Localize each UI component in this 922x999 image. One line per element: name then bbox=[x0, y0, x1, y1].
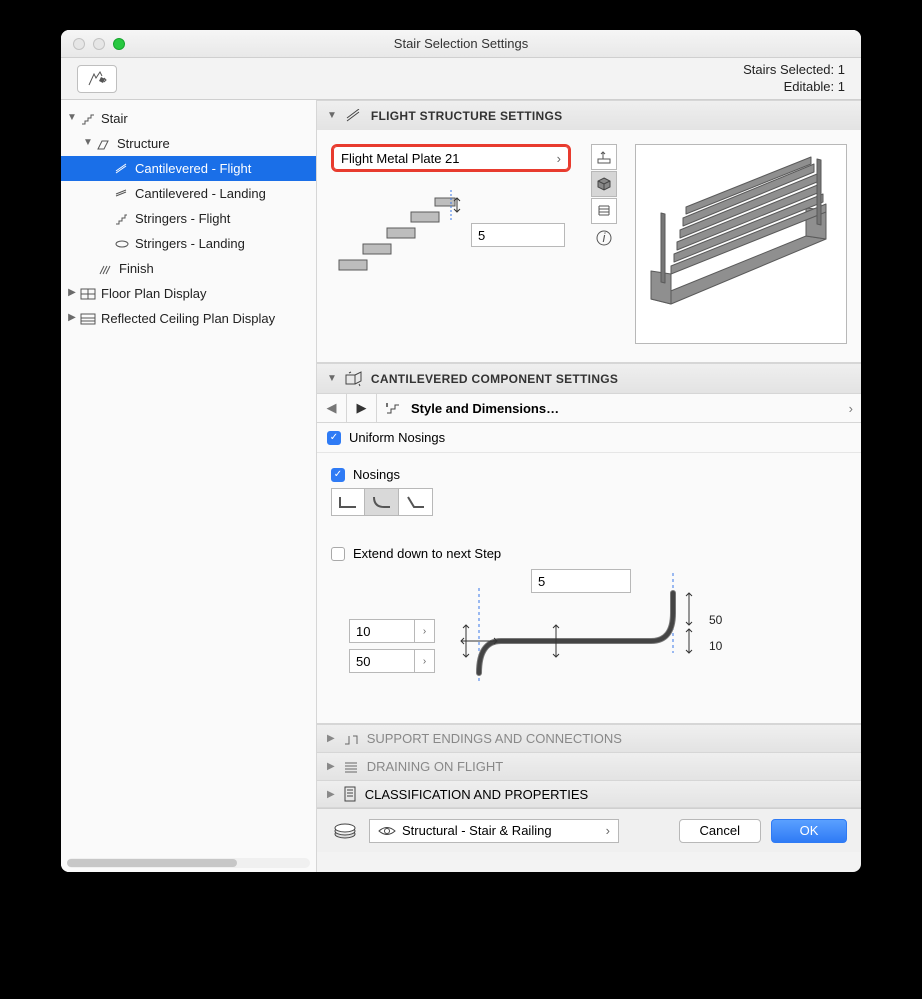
flight-icon bbox=[113, 161, 131, 177]
layer-selector[interactable]: Structural - Stair & Railing › bbox=[369, 819, 619, 843]
panel-support[interactable]: ▶ SUPPORT ENDINGS AND CONNECTIONS bbox=[317, 724, 861, 752]
rcp-icon bbox=[79, 311, 97, 327]
nosings-label: Nosings bbox=[353, 467, 400, 482]
nav-label: Style and Dimensions… bbox=[411, 401, 559, 416]
tree-rcp[interactable]: Reflected Ceiling Plan Display bbox=[61, 306, 316, 331]
status-editable: Editable: 1 bbox=[743, 79, 845, 96]
navigation-tree: Stair Structure Cantilevered - Flight Ca… bbox=[61, 100, 317, 872]
panel-flight-header[interactable]: ▼ FLIGHT STRUCTURE SETTINGS bbox=[317, 100, 861, 130]
nav-page[interactable]: Style and Dimensions… › bbox=[377, 401, 861, 416]
drain-icon bbox=[343, 760, 359, 774]
status-selected: Stairs Selected: 1 bbox=[743, 62, 845, 79]
stair-section-diagram bbox=[331, 190, 461, 280]
layer-name: Structural - Stair & Railing bbox=[402, 823, 552, 838]
cancel-button[interactable]: Cancel bbox=[679, 819, 761, 843]
tree-stringers-flight[interactable]: Stringers - Flight bbox=[61, 206, 316, 231]
dim-a-input[interactable]: 10 bbox=[349, 619, 415, 643]
component-name: Flight Metal Plate 21 bbox=[341, 151, 460, 166]
panel-cantilever-title: CANTILEVERED COMPONENT SETTINGS bbox=[371, 372, 618, 386]
info-button[interactable]: i bbox=[591, 225, 617, 251]
nav-prev[interactable]: ◀ bbox=[317, 394, 347, 422]
stringers-flight-icon bbox=[113, 211, 131, 227]
dim-b-link[interactable]: › bbox=[415, 649, 435, 673]
footer: Structural - Stair & Railing › Cancel OK bbox=[317, 808, 861, 852]
tree-label: Cantilevered - Landing bbox=[135, 186, 266, 201]
support-icon bbox=[343, 732, 359, 746]
tree-label: Stringers - Flight bbox=[135, 211, 230, 226]
nosings-checkbox[interactable] bbox=[331, 468, 345, 482]
uniform-nosings-checkbox[interactable] bbox=[327, 431, 341, 445]
eye-icon bbox=[378, 825, 396, 837]
panel-drain[interactable]: ▶ DRAINING ON FLIGHT bbox=[317, 752, 861, 780]
scrollbar-thumb[interactable] bbox=[67, 859, 237, 867]
finish-icon bbox=[97, 261, 115, 277]
favorites-button[interactable] bbox=[77, 65, 117, 93]
uniform-nosings-label: Uniform Nosings bbox=[349, 430, 445, 445]
panel-classif-title: CLASSIFICATION AND PROPERTIES bbox=[365, 787, 588, 802]
landing-icon bbox=[113, 186, 131, 202]
ok-button[interactable]: OK bbox=[771, 819, 847, 843]
dim-a-link[interactable]: › bbox=[415, 619, 435, 643]
view-2d-button[interactable] bbox=[591, 144, 617, 170]
dim-b-input[interactable]: 50 bbox=[349, 649, 415, 673]
layer-state-icon bbox=[331, 821, 359, 841]
tree-label: Structure bbox=[117, 136, 170, 151]
preview-3d[interactable] bbox=[635, 144, 847, 344]
panel-cant-icon bbox=[345, 370, 363, 388]
panel-drain-title: DRAINING ON FLIGHT bbox=[367, 759, 504, 774]
window-title: Stair Selection Settings bbox=[61, 36, 861, 51]
chevron-right-icon: › bbox=[606, 823, 610, 838]
stair-icon bbox=[79, 111, 97, 127]
tree-label: Finish bbox=[119, 261, 154, 276]
minimize-dot[interactable] bbox=[93, 38, 105, 50]
nosing-type-group bbox=[331, 488, 847, 516]
main-content: ▼ FLIGHT STRUCTURE SETTINGS Flight Metal… bbox=[317, 100, 861, 872]
tree-cantilever-landing[interactable]: Cantilevered - Landing bbox=[61, 181, 316, 206]
nosing-round[interactable] bbox=[365, 488, 399, 516]
tree-finish[interactable]: Finish bbox=[61, 256, 316, 281]
tree-cantilever-flight[interactable]: Cantilevered - Flight bbox=[61, 156, 316, 181]
structure-icon bbox=[95, 136, 113, 152]
tree-label: Stringers - Landing bbox=[135, 236, 245, 251]
panel-support-title: SUPPORT ENDINGS AND CONNECTIONS bbox=[367, 731, 622, 746]
tree-structure[interactable]: Structure bbox=[61, 131, 316, 156]
tree-stringers-landing[interactable]: Stringers - Landing bbox=[61, 231, 316, 256]
floorplan-icon bbox=[79, 286, 97, 302]
tree-label: Stair bbox=[101, 111, 128, 126]
settings-window: Stair Selection Settings Stairs Selected… bbox=[61, 30, 861, 872]
classif-icon bbox=[343, 786, 357, 802]
tree-label: Reflected Ceiling Plan Display bbox=[101, 311, 275, 326]
dim-right-bot: 10 bbox=[709, 639, 722, 653]
extend-label: Extend down to next Step bbox=[353, 546, 501, 561]
chevron-right-icon: › bbox=[557, 151, 561, 166]
nosing-square[interactable] bbox=[331, 488, 365, 516]
panel-classif[interactable]: ▶ CLASSIFICATION AND PROPERTIES bbox=[317, 780, 861, 808]
view-section-button[interactable] bbox=[591, 198, 617, 224]
stringers-landing-icon bbox=[113, 236, 131, 252]
tree-label: Floor Plan Display bbox=[101, 286, 207, 301]
panel-cantilever-header[interactable]: ▼ CANTILEVERED COMPONENT SETTINGS bbox=[317, 363, 861, 393]
toolbar: Stairs Selected: 1 Editable: 1 bbox=[61, 58, 861, 100]
nav-next[interactable]: ▶ bbox=[347, 394, 377, 422]
extend-checkbox[interactable] bbox=[331, 547, 345, 561]
thickness-input[interactable]: 5 bbox=[471, 223, 565, 247]
panel-flight-icon bbox=[345, 107, 363, 125]
component-selector[interactable]: Flight Metal Plate 21 › bbox=[331, 144, 571, 172]
uniform-nosings-row[interactable]: Uniform Nosings bbox=[317, 423, 861, 453]
tree-floorplan[interactable]: Floor Plan Display bbox=[61, 281, 316, 306]
close-dot[interactable] bbox=[73, 38, 85, 50]
nosing-chamfer[interactable] bbox=[399, 488, 433, 516]
panel-flight-title: FLIGHT STRUCTURE SETTINGS bbox=[371, 109, 563, 123]
profile-diagram bbox=[441, 573, 711, 693]
dim-right-top: 50 bbox=[709, 613, 722, 627]
sidebar-scrollbar[interactable] bbox=[67, 858, 310, 868]
view-3d-button[interactable] bbox=[591, 171, 617, 197]
titlebar: Stair Selection Settings bbox=[61, 30, 861, 58]
style-icon bbox=[385, 401, 403, 415]
zoom-dot[interactable] bbox=[113, 38, 125, 50]
chevron-right-icon: › bbox=[849, 401, 853, 416]
tree-label: Cantilevered - Flight bbox=[135, 161, 251, 176]
tree-stair[interactable]: Stair bbox=[61, 106, 316, 131]
svg-text:i: i bbox=[603, 230, 607, 245]
